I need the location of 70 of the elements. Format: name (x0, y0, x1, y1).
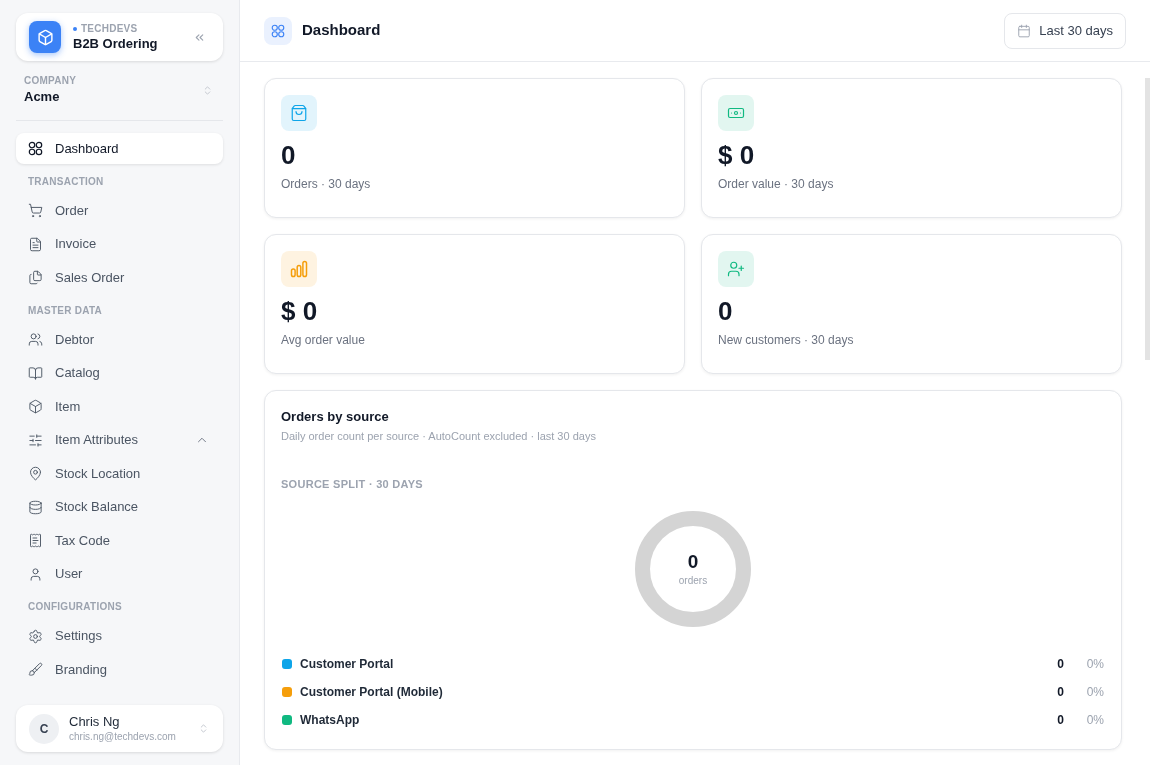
cube-icon (28, 399, 43, 414)
nav-item[interactable]: Sales Order (16, 262, 223, 293)
avatar: C (29, 713, 59, 744)
nav-item[interactable]: Order (16, 195, 223, 226)
section-label: SOURCE SPLIT · 30 DAYS (281, 477, 424, 491)
nav-item[interactable]: Stock Location (16, 458, 223, 489)
nav-item[interactable]: Catalog (16, 357, 223, 389)
card-subtitle: Daily order count per source · AutoCount excluded · last 30 days (281, 429, 597, 443)
source-name: WhatsApp (300, 712, 360, 729)
receipt-icon (28, 533, 43, 548)
nav-item[interactable]: Invoice (16, 228, 223, 260)
person-icon (28, 566, 43, 582)
nav-item[interactable]: Stock Balance (16, 491, 223, 523)
brand-org: TECHDEVS (81, 22, 138, 35)
cart-icon (28, 203, 43, 218)
date-range-button[interactable]: Last 30 days (1004, 12, 1126, 49)
stat-value: $ 0 (281, 295, 319, 327)
page-title: Dashboard (302, 20, 381, 41)
donut-unit: orders (678, 575, 708, 587)
company-selector[interactable]: COMPANY Acme (16, 75, 223, 106)
nav-item[interactable]: Item Attributes (16, 424, 223, 456)
user-name: Chris Ng (69, 713, 121, 730)
nav-item[interactable]: Debtor (16, 324, 223, 355)
nav-item[interactable]: Settings (16, 620, 223, 652)
people-icon (28, 332, 43, 347)
brush-icon (28, 662, 43, 677)
document-icon (28, 236, 43, 252)
stat-value: 0 (718, 295, 734, 327)
source-percent: 0% (1085, 684, 1104, 701)
source-percent: 0% (1085, 712, 1104, 729)
scrollbar-thumb[interactable] (1145, 78, 1150, 360)
documents-icon (28, 270, 43, 285)
source-count: 0 (1057, 684, 1064, 701)
nav-section-heading: MASTER DATA (27, 303, 104, 318)
grid-icon (264, 16, 292, 45)
cube-logo-icon (29, 21, 61, 53)
stat-value: 0 (281, 139, 297, 171)
nav-item[interactable]: Item (16, 391, 223, 422)
stat-label: New customers · 30 days (718, 332, 855, 348)
source-name: Customer Portal (Mobile) (300, 684, 443, 701)
sliders-icon (28, 432, 43, 448)
nav-item[interactable]: Tax Code (16, 525, 223, 556)
chevrons-up-down-icon (198, 723, 209, 734)
grid-icon (28, 141, 43, 156)
book-icon (28, 365, 43, 381)
stat-label: Orders · 30 days (281, 176, 372, 192)
source-count: 0 (1057, 656, 1064, 673)
nav-item[interactable]: Branding (16, 654, 223, 685)
nav-item[interactable]: Dashboard (16, 133, 223, 164)
company-name: Acme (24, 88, 61, 106)
nav-section-heading: TRANSACTION (27, 174, 105, 189)
brand-app-name: B2B Ordering (73, 34, 158, 52)
stat-label: Order value · 30 days (718, 176, 835, 192)
card-title: Orders by source (281, 408, 390, 426)
settings-icon (28, 628, 43, 644)
nav-item[interactable]: User (16, 558, 223, 590)
user-email: chris.ng@techdevs.com (69, 729, 176, 744)
donut-total: 0 (687, 551, 699, 573)
chevrons-up-down-icon (202, 85, 213, 96)
map-pin-icon (28, 466, 43, 481)
database-icon (28, 499, 43, 515)
stat-value: $ 0 (718, 139, 756, 171)
calendar-icon (1017, 23, 1032, 38)
stat-label: Avg order value (281, 332, 366, 348)
source-count: 0 (1057, 712, 1064, 729)
source-percent: 0% (1085, 656, 1104, 673)
source-name: Customer Portal (300, 656, 394, 673)
company-label: COMPANY (24, 75, 77, 87)
nav-section-heading: CONFIGURATIONS (27, 600, 123, 614)
user-menu[interactable]: C Chris Ng chris.ng@techdevs.com (16, 705, 223, 752)
